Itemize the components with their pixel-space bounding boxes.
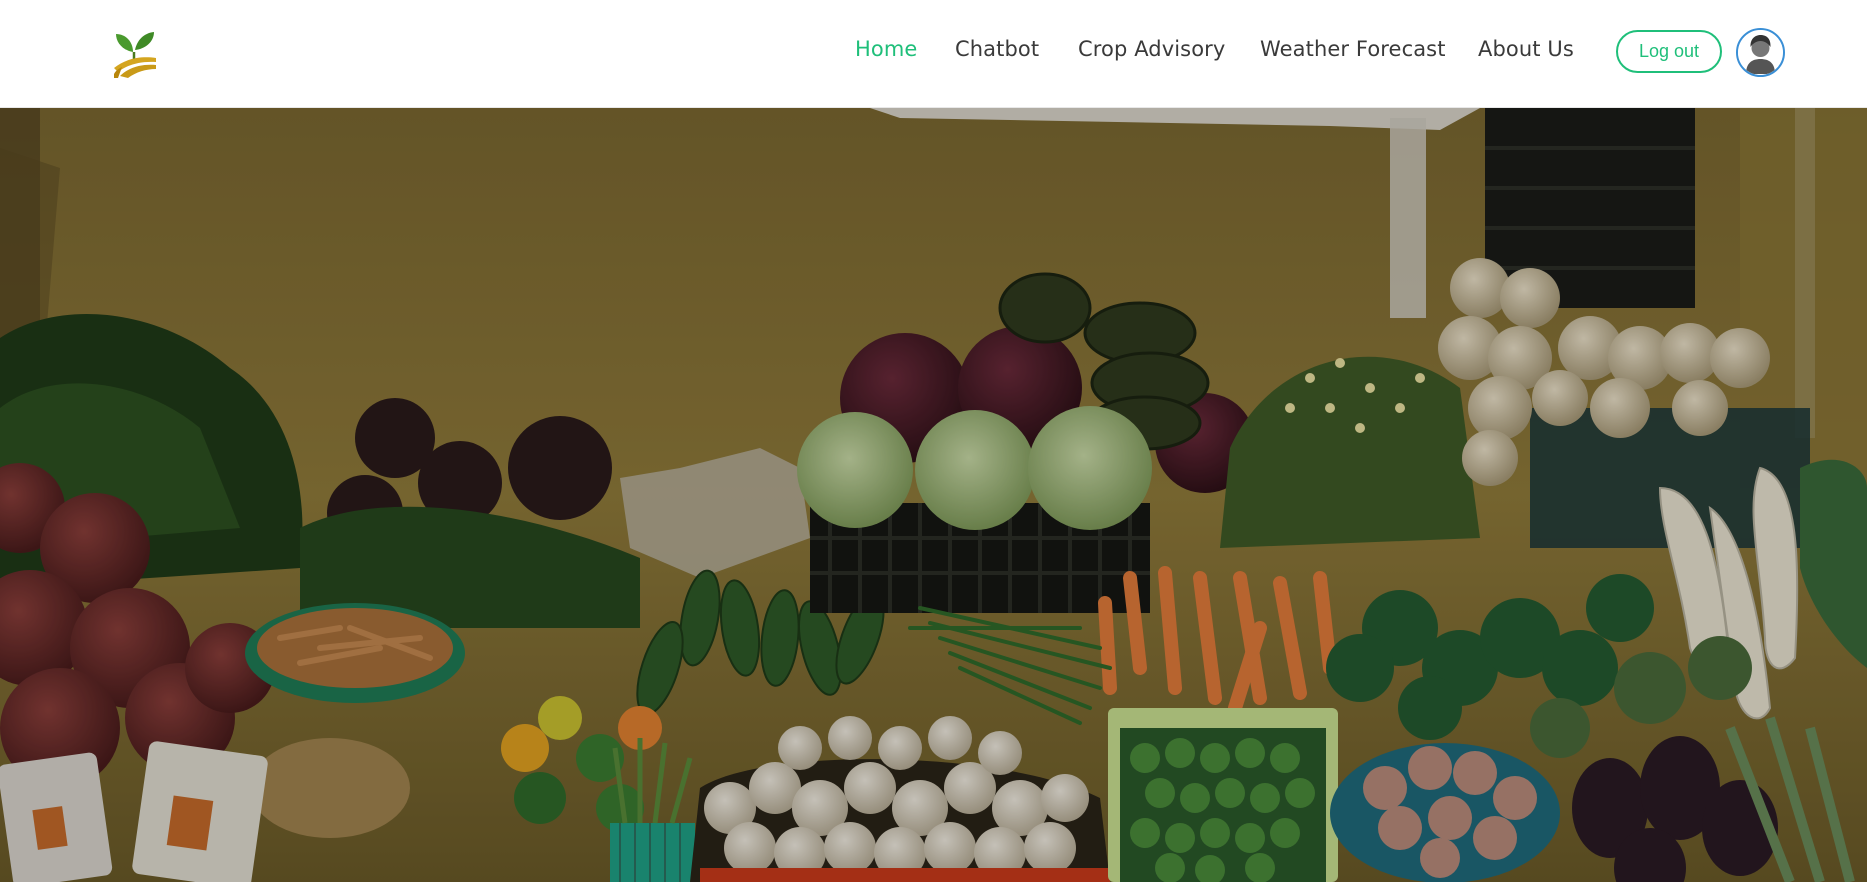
nav-about-us[interactable]: About Us (1478, 37, 1574, 61)
vegetable-market-stall-photo (0, 108, 1867, 882)
user-avatar-icon[interactable] (1736, 28, 1785, 77)
nav-chatbot[interactable]: Chatbot (955, 37, 1039, 61)
top-navbar: Home Chatbot Crop Advisory Weather Forec… (0, 0, 1867, 108)
logout-button[interactable]: Log out (1616, 30, 1722, 73)
nav-weather-forecast[interactable]: Weather Forecast (1260, 37, 1446, 61)
nav-crop-advisory[interactable]: Crop Advisory (1078, 37, 1225, 61)
main-nav: Home Chatbot Crop Advisory Weather Forec… (0, 0, 1867, 104)
nav-home[interactable]: Home (855, 37, 917, 61)
hero-banner (0, 108, 1867, 882)
